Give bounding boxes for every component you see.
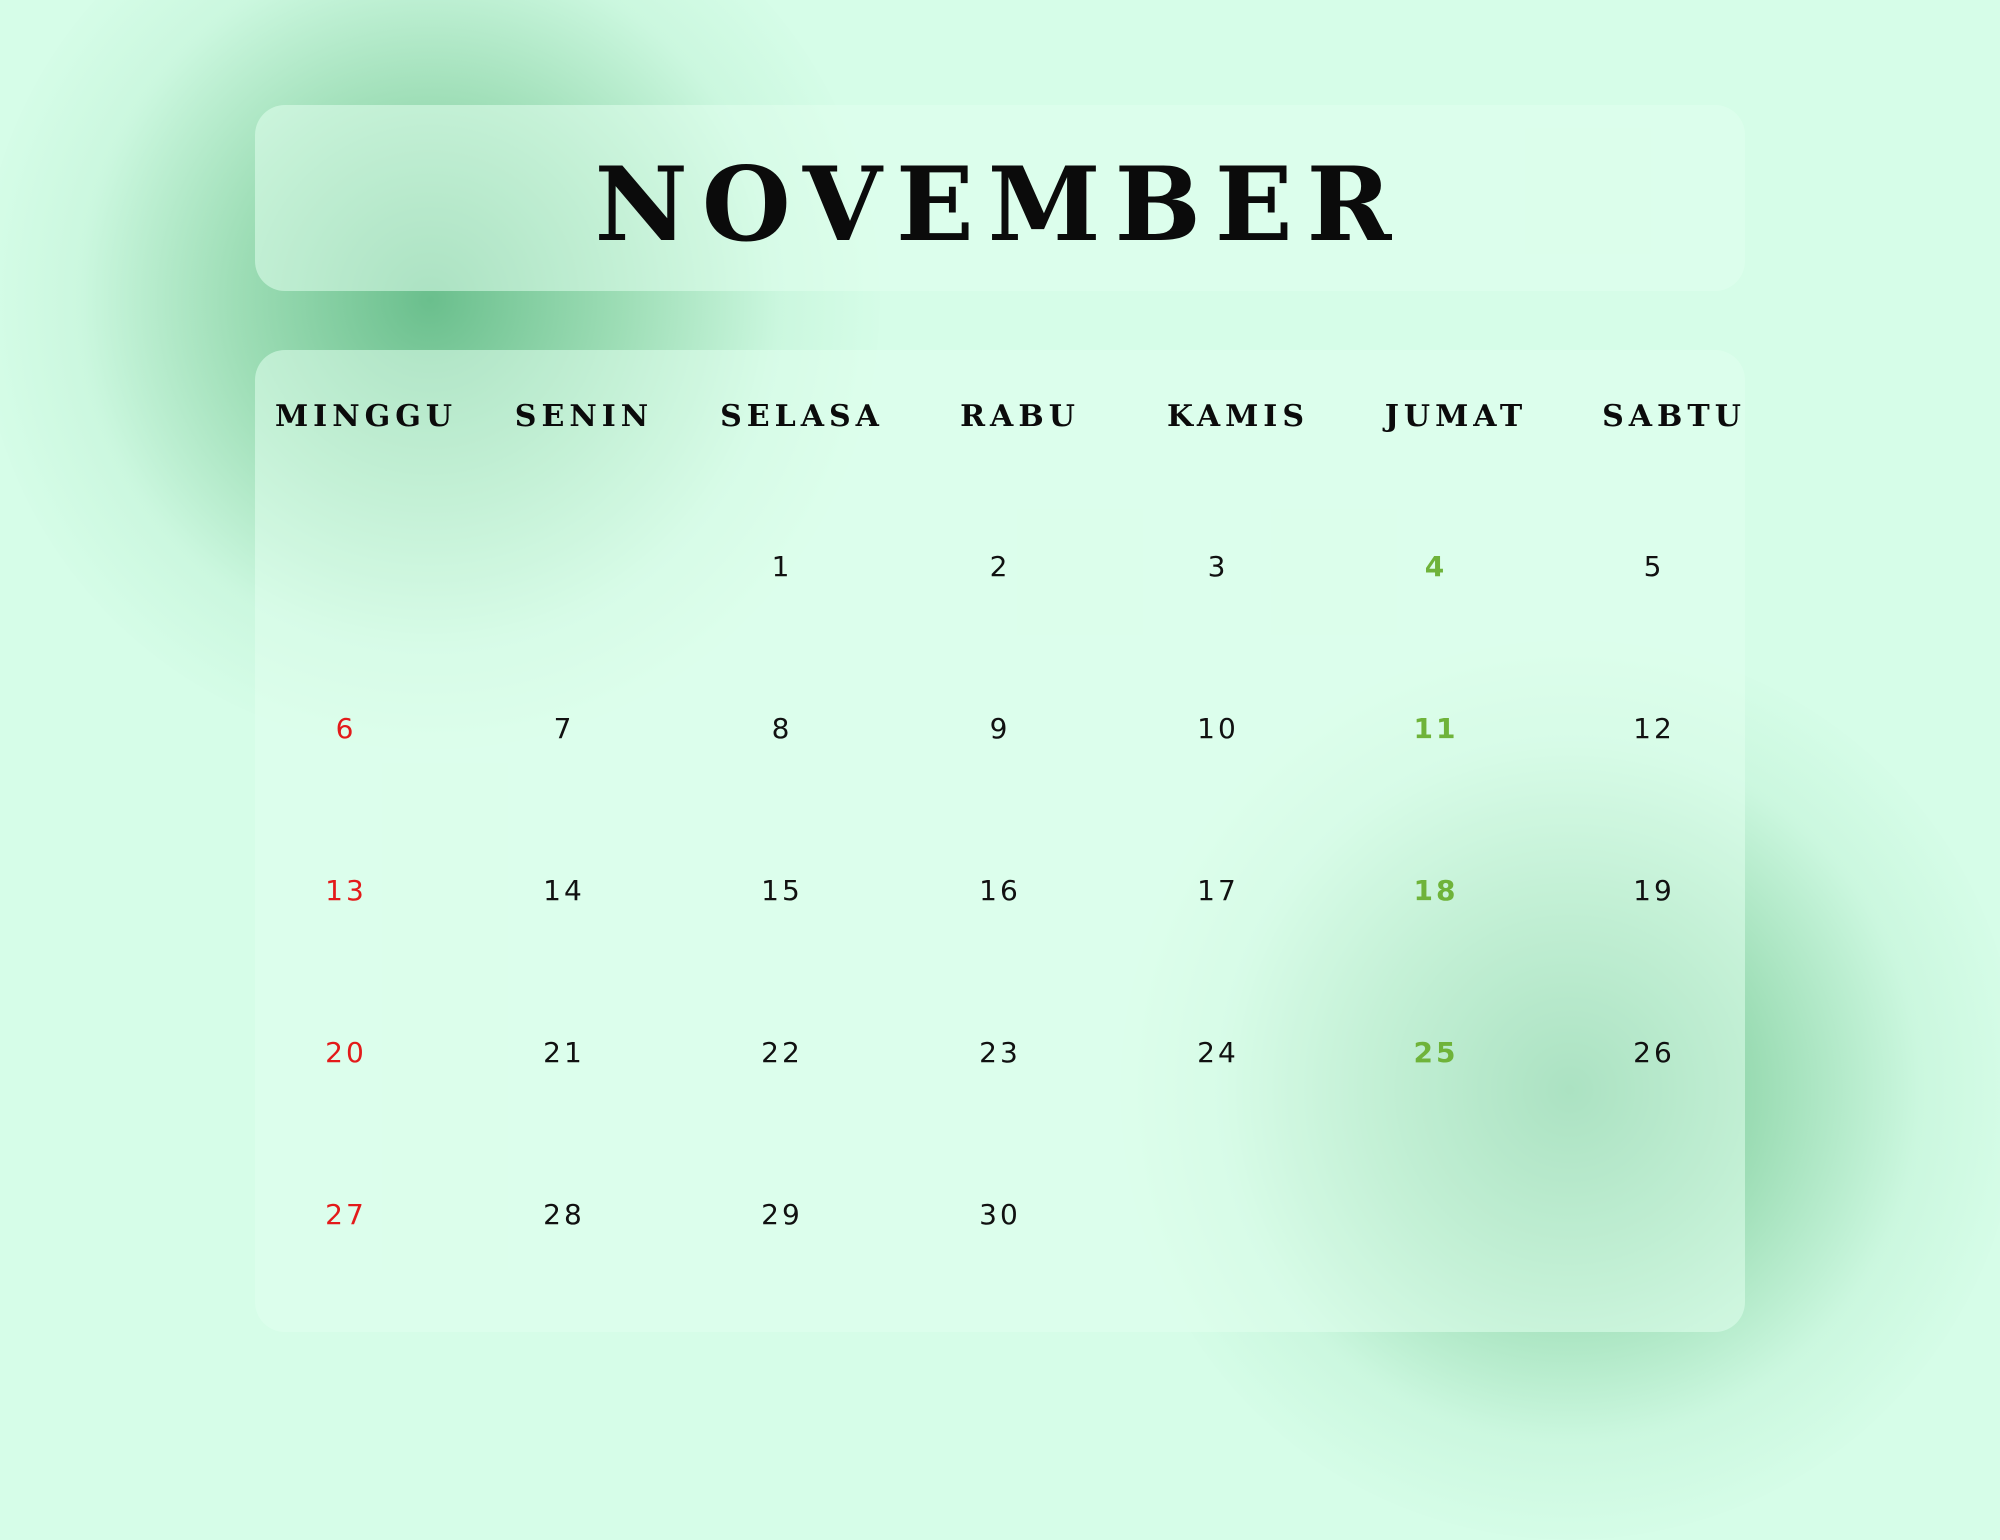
- day-cell: 2: [989, 550, 1011, 583]
- day-cell: 30: [979, 1198, 1021, 1231]
- day-cell: 23: [979, 1036, 1021, 1069]
- day-cell: 26: [1633, 1036, 1675, 1069]
- day-cell: 16: [979, 874, 1021, 907]
- day-cell: 14: [543, 874, 585, 907]
- day-cell: 13: [325, 874, 367, 907]
- day-cell: 4: [1424, 550, 1448, 583]
- day-cell: 15: [761, 874, 803, 907]
- day-cell: [1109, 1183, 1327, 1345]
- day-cell: 3: [1207, 550, 1229, 583]
- day-cell: 22: [761, 1036, 803, 1069]
- day-cell: [1327, 1183, 1545, 1345]
- weekday-monday: SENIN: [514, 399, 654, 434]
- day-cell: 28: [543, 1198, 585, 1231]
- weekday-thursday: KAMIS: [1166, 399, 1310, 434]
- day-cell: 12: [1633, 712, 1675, 745]
- day-cell: 27: [325, 1198, 367, 1231]
- day-cell: [1545, 1183, 1763, 1345]
- day-cell: [237, 535, 455, 697]
- day-cell: 17: [1197, 874, 1239, 907]
- day-cell: 10: [1197, 712, 1239, 745]
- day-cell: 1: [771, 550, 793, 583]
- month-title: NOVEMBER: [594, 145, 1406, 265]
- day-cell: 20: [325, 1036, 367, 1069]
- day-cell: [455, 535, 673, 697]
- day-cell: 18: [1413, 874, 1459, 907]
- day-cell: 21: [543, 1036, 585, 1069]
- weekday-header-row: MINGGU SENIN SELASA RABU KAMIS JUMAT SAB…: [257, 392, 1783, 442]
- weekday-tuesday: SELASA: [720, 399, 884, 434]
- day-cell: 8: [771, 712, 793, 745]
- day-cell: 25: [1413, 1036, 1459, 1069]
- day-cell: 11: [1413, 712, 1459, 745]
- weekday-wednesday: RABU: [960, 399, 1080, 434]
- day-cell: 19: [1633, 874, 1675, 907]
- day-cell: 9: [989, 712, 1011, 745]
- weekday-friday: JUMAT: [1384, 399, 1528, 434]
- weekday-sunday: MINGGU: [274, 399, 458, 434]
- day-grid: 1 2 3 4 5 6 7 8 9 10 11 12 13 14 15 16 1…: [237, 535, 1763, 1345]
- day-cell: 24: [1197, 1036, 1239, 1069]
- weekday-saturday: SABTU: [1602, 399, 1746, 434]
- day-cell: 29: [761, 1198, 803, 1231]
- day-cell: 6: [335, 712, 357, 745]
- day-cell: 5: [1643, 550, 1665, 583]
- day-cell: 7: [553, 712, 575, 745]
